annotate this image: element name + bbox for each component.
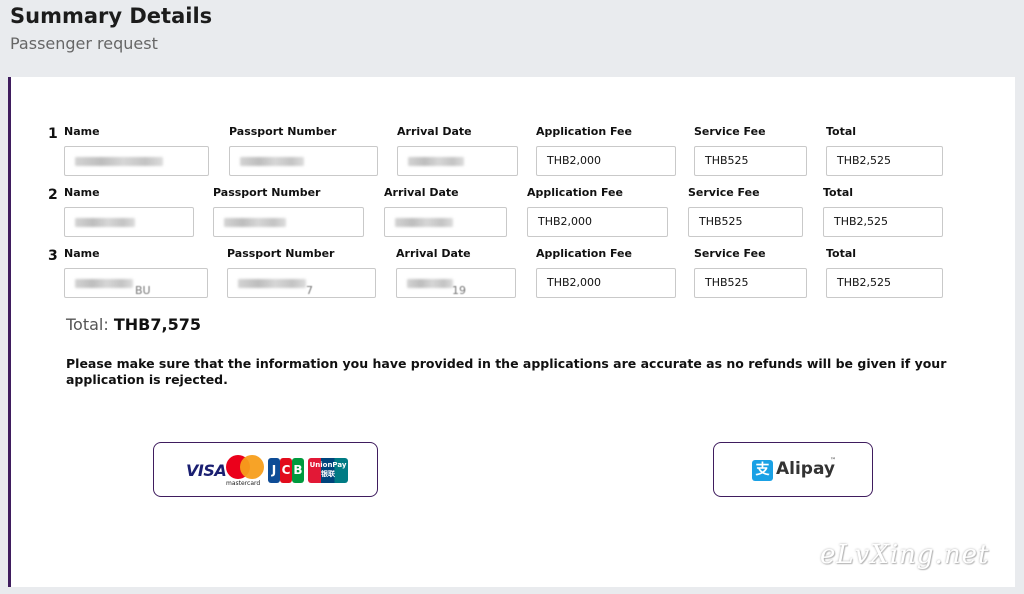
name-field[interactable]	[64, 146, 209, 176]
passport-label: Passport Number	[213, 186, 321, 199]
total-field[interactable]: THB2,525	[826, 268, 943, 298]
passport-label: Passport Number	[229, 125, 337, 138]
grand-total-value: THB7,575	[113, 315, 201, 334]
application-fee-field[interactable]: THB2,000	[536, 268, 676, 298]
total-field[interactable]: THB2,525	[823, 207, 943, 237]
visa-logo: VISA	[186, 461, 227, 480]
arrival-date-label: Arrival Date	[397, 125, 472, 138]
name-field[interactable]	[64, 207, 194, 237]
service-fee-field[interactable]: THB525	[694, 268, 807, 298]
passport-field[interactable]: 7	[227, 268, 376, 298]
passenger-number: 1	[48, 126, 58, 142]
application-fee-label: Application Fee	[536, 247, 632, 260]
summary-card: 1 Name Passport Number Arrival Date Appl…	[8, 77, 1015, 587]
alipay-trademark: ™	[830, 457, 836, 464]
application-fee-field[interactable]: THB2,000	[536, 146, 676, 176]
application-fee-field[interactable]: THB2,000	[527, 207, 668, 237]
total-label: Total	[823, 186, 854, 199]
name-label: Name	[64, 125, 100, 138]
total-label: Total	[826, 247, 857, 260]
card-payment-button[interactable]: VISA mastercard JCB UnionPay 银联	[153, 442, 378, 497]
alipay-label: Alipay	[776, 459, 836, 479]
watermark: eLvXing.net	[820, 540, 990, 570]
total-label: Total	[826, 125, 857, 138]
arrival-date-field[interactable]: 19	[396, 268, 516, 298]
service-fee-label: Service Fee	[694, 125, 766, 138]
page-title: Summary Details	[10, 4, 213, 28]
grand-total-label: Total:	[66, 315, 109, 334]
refund-notice: Please make sure that the information yo…	[66, 356, 947, 387]
jcb-j: J	[268, 458, 280, 483]
passport-label: Passport Number	[227, 247, 335, 260]
application-fee-label: Application Fee	[536, 125, 632, 138]
passenger-number: 2	[48, 187, 58, 203]
grand-total: Total: THB7,575	[66, 315, 201, 334]
passport-field[interactable]	[213, 207, 364, 237]
service-fee-field[interactable]: THB525	[688, 207, 803, 237]
mastercard-label: mastercard	[226, 480, 261, 487]
name-value-partial: BU	[135, 284, 151, 297]
mastercard-logo: mastercard	[226, 455, 266, 489]
service-fee-field[interactable]: THB525	[694, 146, 807, 176]
name-label: Name	[64, 186, 100, 199]
alipay-button[interactable]: 支 Alipay ™	[713, 442, 873, 497]
jcb-logo: JCB	[268, 458, 306, 483]
unionpay-logo: UnionPay 银联	[308, 458, 348, 483]
total-field[interactable]: THB2,525	[826, 146, 943, 176]
service-fee-label: Service Fee	[688, 186, 760, 199]
page-subtitle: Passenger request	[10, 34, 158, 53]
name-label: Name	[64, 247, 100, 260]
arrival-date-label: Arrival Date	[384, 186, 459, 199]
passport-field[interactable]	[229, 146, 378, 176]
passenger-number: 3	[48, 248, 58, 264]
passport-value-partial: 7	[306, 284, 313, 297]
service-fee-label: Service Fee	[694, 247, 766, 260]
name-field[interactable]: BU	[64, 268, 208, 298]
arrival-date-label: Arrival Date	[396, 247, 471, 260]
arrival-date-value-partial: 19	[452, 284, 466, 297]
arrival-date-field[interactable]	[384, 207, 507, 237]
application-fee-label: Application Fee	[527, 186, 623, 199]
jcb-c: C	[280, 458, 292, 483]
jcb-b: B	[292, 458, 304, 483]
alipay-icon: 支	[752, 460, 773, 481]
arrival-date-field[interactable]	[397, 146, 518, 176]
